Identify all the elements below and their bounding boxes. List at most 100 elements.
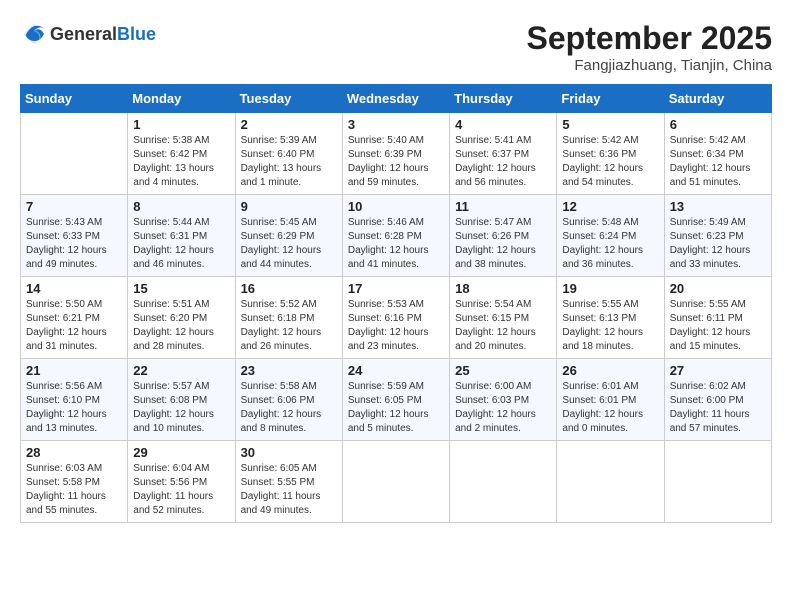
day-number: 24 bbox=[348, 363, 444, 378]
day-number: 25 bbox=[455, 363, 551, 378]
day-info: Sunrise: 6:03 AM Sunset: 5:58 PM Dayligh… bbox=[26, 462, 122, 518]
day-info: Sunrise: 5:41 AM Sunset: 6:37 PM Dayligh… bbox=[455, 134, 551, 190]
calendar-cell: 18 Sunrise: 5:54 AM Sunset: 6:15 PM Dayli… bbox=[450, 277, 557, 359]
day-number: 3 bbox=[348, 117, 444, 132]
day-info: Sunrise: 5:55 AM Sunset: 6:13 PM Dayligh… bbox=[562, 298, 658, 354]
calendar-table: SundayMondayTuesdayWednesdayThursdayFrid… bbox=[20, 84, 772, 523]
day-info: Sunrise: 5:42 AM Sunset: 6:36 PM Dayligh… bbox=[562, 134, 658, 190]
day-number: 30 bbox=[241, 445, 337, 460]
logo-text: GeneralBlue bbox=[50, 24, 156, 45]
calendar-cell: 11 Sunrise: 5:47 AM Sunset: 6:26 PM Dayli… bbox=[450, 195, 557, 277]
calendar-cell: 27 Sunrise: 6:02 AM Sunset: 6:00 PM Dayli… bbox=[664, 359, 771, 441]
column-header-saturday: Saturday bbox=[664, 85, 771, 113]
calendar-cell: 16 Sunrise: 5:52 AM Sunset: 6:18 PM Dayli… bbox=[235, 277, 342, 359]
calendar-cell bbox=[557, 441, 664, 523]
calendar-header-row: SundayMondayTuesdayWednesdayThursdayFrid… bbox=[21, 85, 772, 113]
calendar-cell: 21Sunrise: 5:56 AM Sunset: 6:10 PM Dayli… bbox=[21, 359, 128, 441]
day-number: 4 bbox=[455, 117, 551, 132]
calendar-cell bbox=[21, 113, 128, 195]
day-number: 2 bbox=[241, 117, 337, 132]
column-header-sunday: Sunday bbox=[21, 85, 128, 113]
day-info: Sunrise: 5:53 AM Sunset: 6:16 PM Dayligh… bbox=[348, 298, 444, 354]
calendar-cell: 29Sunrise: 6:04 AM Sunset: 5:56 PM Dayli… bbox=[128, 441, 235, 523]
day-info: Sunrise: 5:54 AM Sunset: 6:15 PM Dayligh… bbox=[455, 298, 551, 354]
day-number: 8 bbox=[133, 199, 229, 214]
calendar-week-row: 28 Sunrise: 6:03 AM Sunset: 5:58 PM Dayli… bbox=[21, 441, 772, 523]
day-info: Sunrise: 5:39 AM Sunset: 6:40 PM Dayligh… bbox=[241, 134, 337, 190]
day-info: Sunrise: 5:45 AM Sunset: 6:29 PM Dayligh… bbox=[241, 216, 337, 272]
day-number: 26 bbox=[562, 363, 658, 378]
day-number: 9 bbox=[241, 199, 337, 214]
day-number: 12 bbox=[562, 199, 658, 214]
calendar-cell: 3 Sunrise: 5:40 AM Sunset: 6:39 PM Daylig… bbox=[342, 113, 449, 195]
day-number: 20 bbox=[670, 281, 766, 296]
calendar-cell bbox=[450, 441, 557, 523]
day-info: Sunrise: 5:59 AM Sunset: 6:05 PM Dayligh… bbox=[348, 380, 444, 436]
calendar-cell: 17 Sunrise: 5:53 AM Sunset: 6:16 PM Dayli… bbox=[342, 277, 449, 359]
calendar-cell: 6Sunrise: 5:42 AM Sunset: 6:34 PM Daylig… bbox=[664, 113, 771, 195]
day-info: Sunrise: 5:56 AM Sunset: 6:10 PM Dayligh… bbox=[26, 380, 122, 436]
day-number: 10 bbox=[348, 199, 444, 214]
title-area: September 2025 Fangjiazhuang, Tianjin, C… bbox=[527, 20, 772, 74]
day-info: Sunrise: 5:44 AM Sunset: 6:31 PM Dayligh… bbox=[133, 216, 229, 272]
calendar-cell: 5 Sunrise: 5:42 AM Sunset: 6:36 PM Daylig… bbox=[557, 113, 664, 195]
day-number: 7 bbox=[26, 199, 122, 214]
day-number: 14 bbox=[26, 281, 122, 296]
page-header: GeneralBlue September 2025 Fangjiazhuang… bbox=[20, 20, 772, 74]
day-number: 27 bbox=[670, 363, 766, 378]
calendar-cell: 12 Sunrise: 5:48 AM Sunset: 6:24 PM Dayli… bbox=[557, 195, 664, 277]
day-info: Sunrise: 6:05 AM Sunset: 5:55 PM Dayligh… bbox=[241, 462, 337, 518]
calendar-cell: 20Sunrise: 5:55 AM Sunset: 6:11 PM Dayli… bbox=[664, 277, 771, 359]
day-info: Sunrise: 6:04 AM Sunset: 5:56 PM Dayligh… bbox=[133, 462, 229, 518]
day-info: Sunrise: 5:47 AM Sunset: 6:26 PM Dayligh… bbox=[455, 216, 551, 272]
day-number: 17 bbox=[348, 281, 444, 296]
calendar-cell: 25 Sunrise: 6:00 AM Sunset: 6:03 PM Dayli… bbox=[450, 359, 557, 441]
day-number: 15 bbox=[133, 281, 229, 296]
calendar-cell: 8 Sunrise: 5:44 AM Sunset: 6:31 PM Daylig… bbox=[128, 195, 235, 277]
calendar-cell: 1Sunrise: 5:38 AM Sunset: 6:42 PM Daylig… bbox=[128, 113, 235, 195]
day-number: 13 bbox=[670, 199, 766, 214]
column-header-thursday: Thursday bbox=[450, 85, 557, 113]
day-number: 16 bbox=[241, 281, 337, 296]
column-header-friday: Friday bbox=[557, 85, 664, 113]
day-number: 11 bbox=[455, 199, 551, 214]
calendar-cell bbox=[664, 441, 771, 523]
column-header-tuesday: Tuesday bbox=[235, 85, 342, 113]
calendar-cell: 23Sunrise: 5:58 AM Sunset: 6:06 PM Dayli… bbox=[235, 359, 342, 441]
calendar-cell: 28 Sunrise: 6:03 AM Sunset: 5:58 PM Dayli… bbox=[21, 441, 128, 523]
calendar-cell: 15 Sunrise: 5:51 AM Sunset: 6:20 PM Dayli… bbox=[128, 277, 235, 359]
day-info: Sunrise: 5:51 AM Sunset: 6:20 PM Dayligh… bbox=[133, 298, 229, 354]
day-info: Sunrise: 6:00 AM Sunset: 6:03 PM Dayligh… bbox=[455, 380, 551, 436]
month-title: September 2025 bbox=[527, 20, 772, 57]
day-number: 5 bbox=[562, 117, 658, 132]
day-number: 28 bbox=[26, 445, 122, 460]
day-number: 18 bbox=[455, 281, 551, 296]
calendar-cell: 10 Sunrise: 5:46 AM Sunset: 6:28 PM Dayli… bbox=[342, 195, 449, 277]
column-header-monday: Monday bbox=[128, 85, 235, 113]
day-info: Sunrise: 5:50 AM Sunset: 6:21 PM Dayligh… bbox=[26, 298, 122, 354]
day-info: Sunrise: 6:01 AM Sunset: 6:01 PM Dayligh… bbox=[562, 380, 658, 436]
calendar-cell: 24 Sunrise: 5:59 AM Sunset: 6:05 PM Dayli… bbox=[342, 359, 449, 441]
calendar-cell: 13 Sunrise: 5:49 AM Sunset: 6:23 PM Dayli… bbox=[664, 195, 771, 277]
calendar-cell: 9 Sunrise: 5:45 AM Sunset: 6:29 PM Daylig… bbox=[235, 195, 342, 277]
day-info: Sunrise: 5:49 AM Sunset: 6:23 PM Dayligh… bbox=[670, 216, 766, 272]
calendar-cell: 4 Sunrise: 5:41 AM Sunset: 6:37 PM Daylig… bbox=[450, 113, 557, 195]
day-info: Sunrise: 5:43 AM Sunset: 6:33 PM Dayligh… bbox=[26, 216, 122, 272]
day-info: Sunrise: 5:40 AM Sunset: 6:39 PM Dayligh… bbox=[348, 134, 444, 190]
calendar-week-row: 7 Sunrise: 5:43 AM Sunset: 6:33 PM Daylig… bbox=[21, 195, 772, 277]
calendar-week-row: 14 Sunrise: 5:50 AM Sunset: 6:21 PM Dayli… bbox=[21, 277, 772, 359]
location-subtitle: Fangjiazhuang, Tianjin, China bbox=[527, 57, 772, 74]
logo-icon bbox=[20, 20, 48, 48]
day-info: Sunrise: 5:42 AM Sunset: 6:34 PM Dayligh… bbox=[670, 134, 766, 190]
day-info: Sunrise: 5:52 AM Sunset: 6:18 PM Dayligh… bbox=[241, 298, 337, 354]
calendar-cell: 7 Sunrise: 5:43 AM Sunset: 6:33 PM Daylig… bbox=[21, 195, 128, 277]
day-info: Sunrise: 5:46 AM Sunset: 6:28 PM Dayligh… bbox=[348, 216, 444, 272]
day-number: 23 bbox=[241, 363, 337, 378]
day-info: Sunrise: 6:02 AM Sunset: 6:00 PM Dayligh… bbox=[670, 380, 766, 436]
day-number: 1 bbox=[133, 117, 229, 132]
logo: GeneralBlue bbox=[20, 20, 156, 48]
day-number: 19 bbox=[562, 281, 658, 296]
calendar-cell: 30 Sunrise: 6:05 AM Sunset: 5:55 PM Dayli… bbox=[235, 441, 342, 523]
day-info: Sunrise: 5:48 AM Sunset: 6:24 PM Dayligh… bbox=[562, 216, 658, 272]
day-info: Sunrise: 5:57 AM Sunset: 6:08 PM Dayligh… bbox=[133, 380, 229, 436]
